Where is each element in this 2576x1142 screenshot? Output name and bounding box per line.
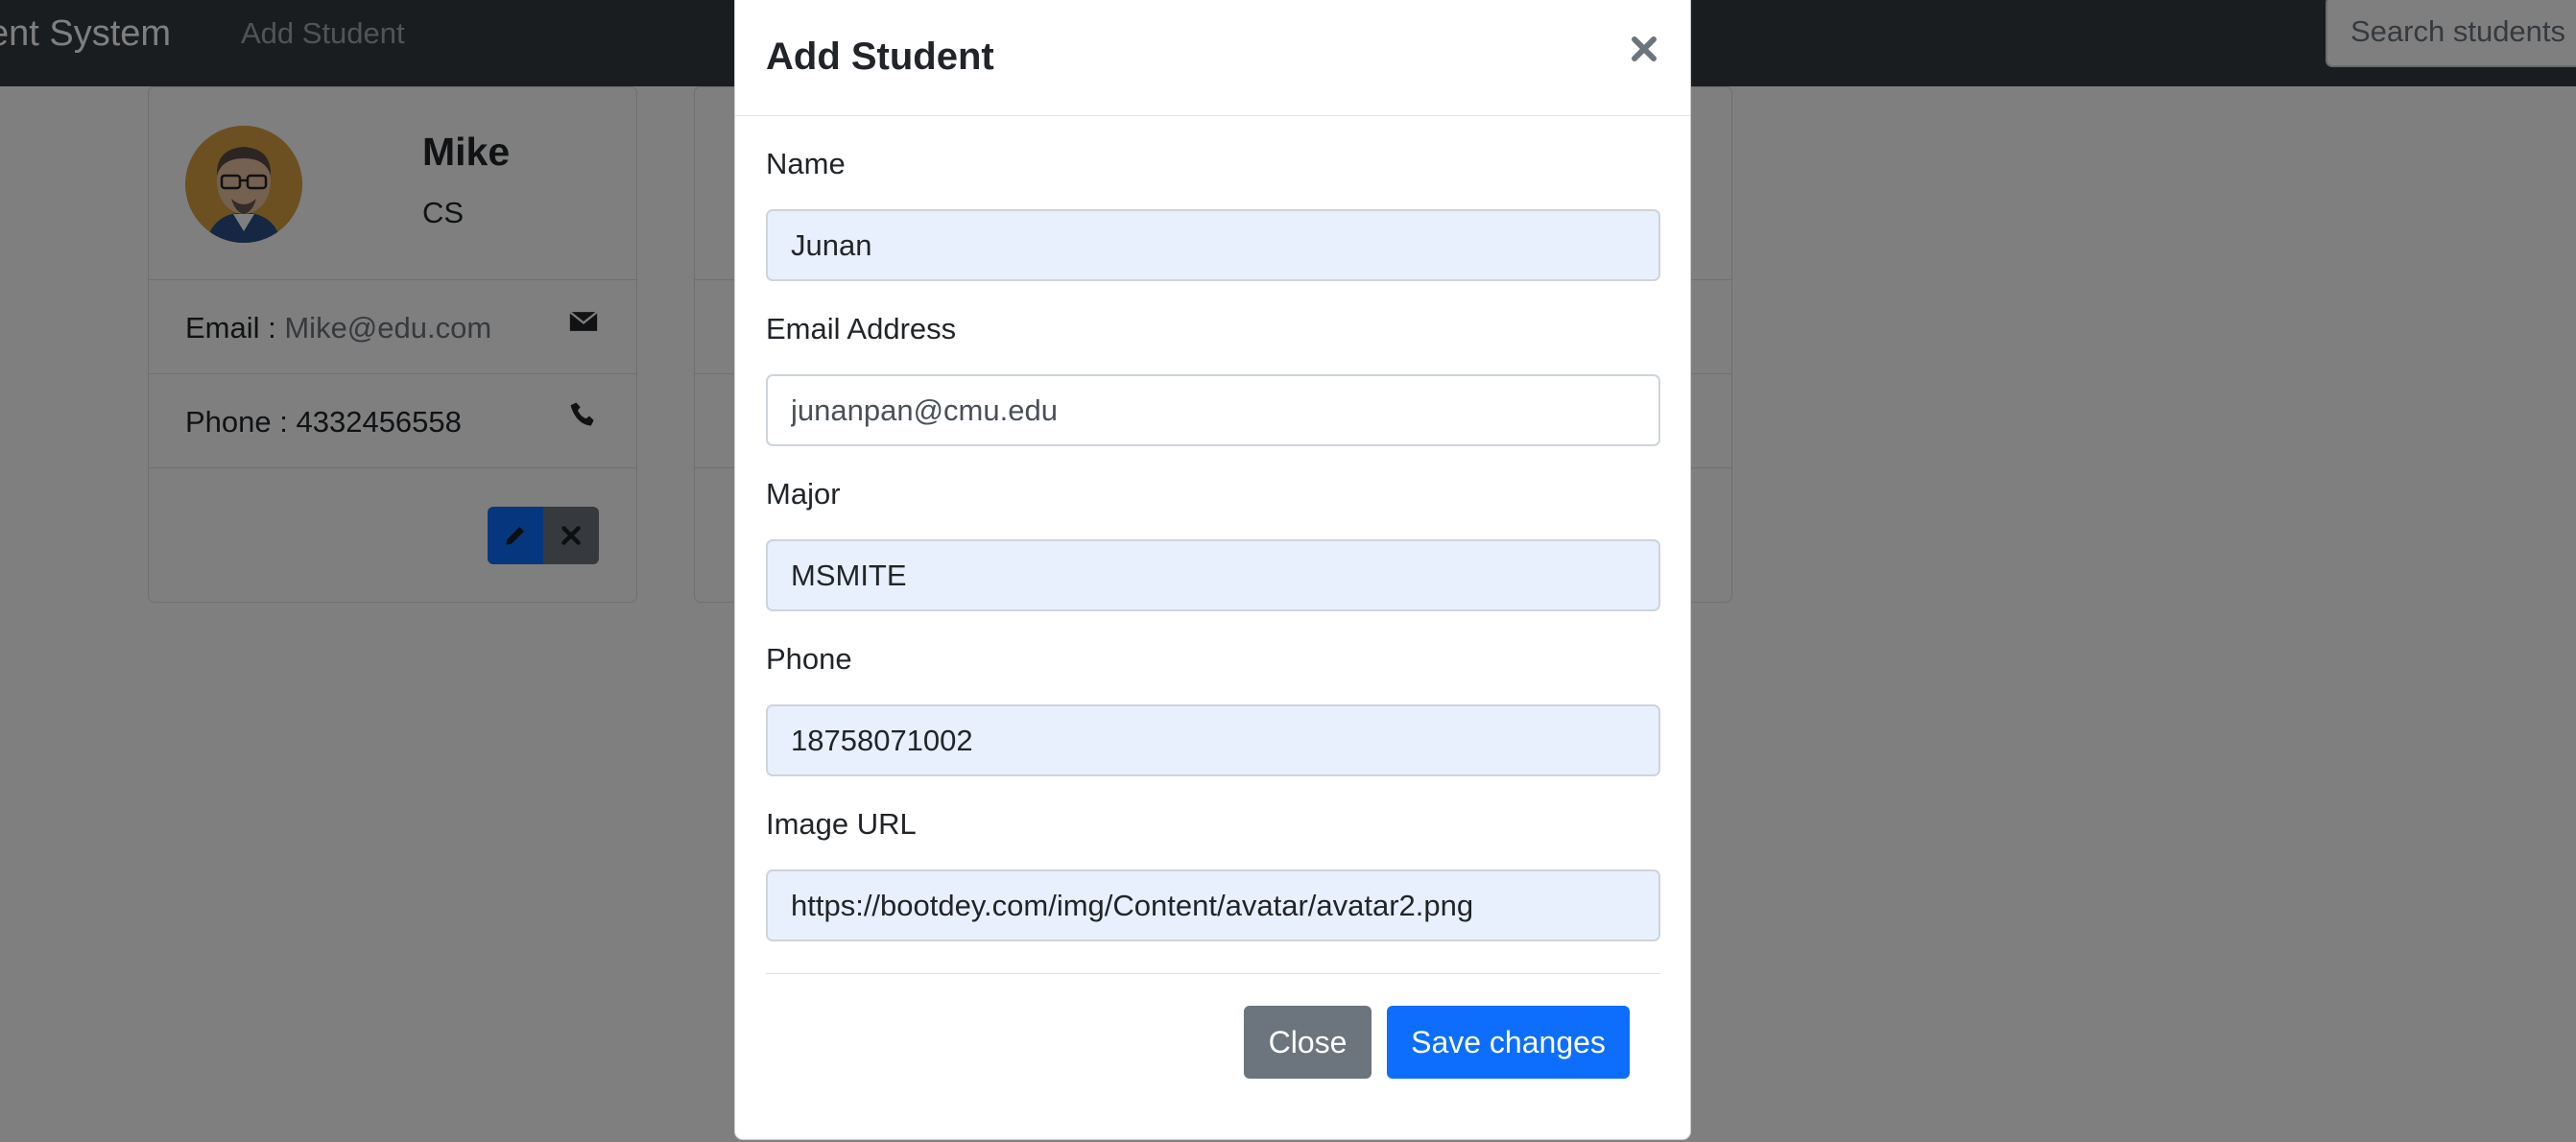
email-address-label: Email Address	[766, 312, 957, 345]
major-input[interactable]	[766, 539, 1660, 611]
name-label: Name	[766, 147, 846, 180]
image-url-label: Image URL	[766, 807, 917, 841]
email-address-input[interactable]	[766, 374, 1660, 446]
close-button[interactable]: Close	[1244, 1006, 1371, 1079]
phone-field-label: Phone	[766, 642, 852, 676]
close-icon[interactable]	[1625, 30, 1663, 68]
name-input[interactable]	[766, 209, 1660, 281]
major-label: Major	[766, 477, 841, 511]
modal-header: Add Student	[735, 0, 1690, 116]
modal-footer-divider	[766, 973, 1660, 974]
phone-input[interactable]	[766, 704, 1660, 776]
add-student-modal: Add Student Name Email Address Major Pho…	[734, 0, 1691, 1140]
image-url-input[interactable]	[766, 869, 1660, 941]
modal-title: Add Student	[766, 36, 994, 78]
save-changes-button[interactable]: Save changes	[1387, 1006, 1630, 1079]
